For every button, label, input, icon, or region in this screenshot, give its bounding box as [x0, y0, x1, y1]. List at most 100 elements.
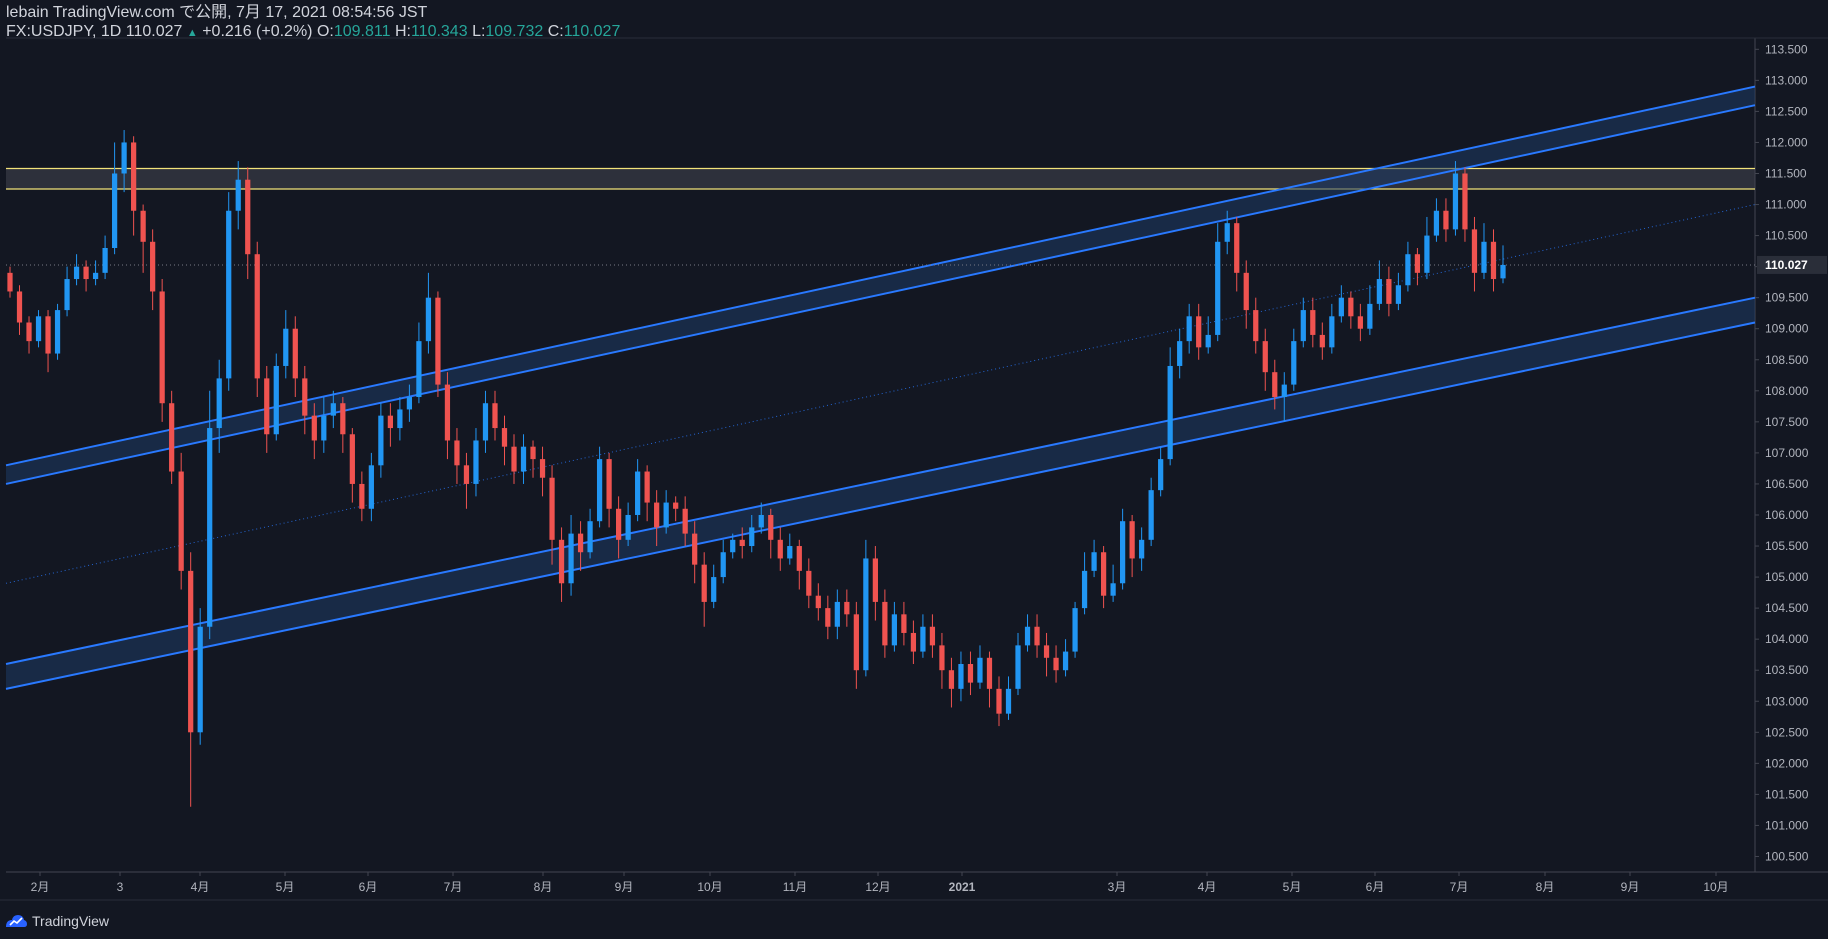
candle-body — [711, 577, 717, 602]
x-tick-label: 7月 — [1450, 880, 1469, 894]
candle-body — [283, 328, 289, 366]
candle-body — [1433, 210, 1440, 236]
candle-body — [264, 378, 270, 435]
candle-body — [1072, 608, 1078, 652]
symbol-info-row: FX:USDJPY, 1D 110.027 ▲ +0.216 (+0.2%) O… — [6, 23, 620, 42]
candle-body — [939, 645, 945, 671]
candle-body — [910, 632, 917, 652]
candle-body — [169, 403, 175, 472]
x-tick-label: 9月 — [615, 880, 634, 894]
candle-body — [920, 626, 926, 652]
candle-body — [131, 142, 137, 211]
tradingview-footer[interactable]: TradingView — [4, 913, 109, 929]
candle-body — [368, 465, 374, 509]
candle-body — [615, 508, 622, 540]
candle-body — [1443, 210, 1449, 230]
candle-body — [749, 527, 755, 547]
low-label: L: — [472, 23, 486, 40]
y-tick-label: 108.500 — [1765, 353, 1809, 367]
candle-body — [1405, 254, 1411, 286]
candle-body — [1053, 657, 1059, 671]
chart-header: lebain TradingView.com で公開, 7月 17, 2021 … — [6, 4, 620, 42]
candle-body — [16, 291, 23, 323]
candle-body — [454, 440, 460, 466]
candle-body — [1100, 552, 1107, 596]
last-price: 110.027 — [125, 23, 183, 40]
candle-body — [635, 471, 641, 515]
close-label: C: — [547, 23, 564, 40]
candle-body — [425, 297, 432, 342]
candle-body — [891, 614, 898, 646]
y-tick-label: 105.000 — [1765, 570, 1809, 584]
candle-body — [435, 297, 441, 385]
y-tick-label: 105.500 — [1765, 539, 1809, 553]
x-tick-label: 3月 — [1108, 880, 1127, 894]
candle-body — [834, 601, 840, 627]
candle-body — [967, 664, 974, 683]
open-value: 109.811 — [333, 23, 391, 40]
candle-body — [387, 415, 393, 429]
y-tick-label: 110.500 — [1765, 229, 1808, 243]
candle-body — [739, 539, 745, 547]
candle-body — [853, 614, 859, 671]
high-value: 110.343 — [410, 23, 468, 40]
candle-body — [1395, 285, 1402, 304]
footer-brand: TradingView — [32, 913, 110, 929]
x-tick-label: 5月 — [1283, 880, 1302, 894]
candle-body — [539, 459, 546, 478]
y-tick-label: 102.000 — [1765, 756, 1809, 770]
candle-body — [359, 483, 365, 509]
candle-body — [45, 316, 51, 354]
candle-body — [54, 310, 61, 354]
candle-body — [1281, 384, 1287, 398]
candle-body — [1043, 645, 1050, 658]
candle-body — [996, 688, 1002, 714]
x-tick-label: 2021 — [949, 880, 976, 894]
candle-body — [558, 539, 565, 584]
candle-body — [796, 546, 802, 571]
candle-body — [150, 241, 156, 292]
resistance-zone-fill — [6, 168, 1755, 190]
candle-body — [701, 564, 707, 602]
price-chart[interactable]: 113.500 113.000 112.500 112.000 111.500 111.0… — [0, 0, 1828, 939]
candle-body — [216, 378, 222, 429]
candle-body — [977, 657, 983, 683]
candle-body — [111, 173, 118, 248]
candle-body — [235, 179, 241, 211]
candle-body — [777, 539, 783, 559]
candle-body — [958, 664, 964, 689]
candle-body — [1034, 626, 1040, 646]
candle-body — [83, 266, 89, 280]
candle-body — [1205, 334, 1211, 348]
candle-body — [1300, 310, 1306, 342]
candle-body — [654, 502, 660, 528]
y-tick-label: 112.500 — [1765, 104, 1808, 118]
candle-body — [587, 521, 593, 553]
candle-body — [501, 428, 508, 447]
publish-info: lebain TradingView.com で公開, 7月 17, 2021 … — [6, 4, 428, 21]
candle-body — [1500, 264, 1506, 279]
candle-body — [64, 279, 70, 311]
candle-body — [549, 477, 555, 540]
candle-body — [1081, 570, 1088, 609]
candle-body — [340, 403, 346, 435]
candle-body — [1091, 552, 1097, 571]
y-tick-label: 101.000 — [1765, 818, 1809, 832]
y-tick-label: 111.500 — [1765, 166, 1807, 180]
candle-body — [311, 415, 317, 441]
candle-body — [1224, 223, 1230, 242]
x-tick-label: 10月 — [697, 880, 722, 894]
candle-body — [406, 397, 413, 410]
candle-body — [1291, 341, 1297, 385]
x-tick-label: 8月 — [1536, 880, 1555, 894]
candle-body — [1024, 626, 1031, 646]
candle-body — [1177, 341, 1183, 366]
x-tick-label: 7月 — [444, 880, 463, 894]
candle-body — [948, 670, 955, 689]
candle-body — [102, 248, 108, 273]
candle-body — [606, 459, 612, 509]
candle-body — [482, 403, 489, 441]
candle-body — [1272, 372, 1278, 398]
candle-body — [520, 446, 527, 472]
candle-body — [121, 142, 127, 174]
